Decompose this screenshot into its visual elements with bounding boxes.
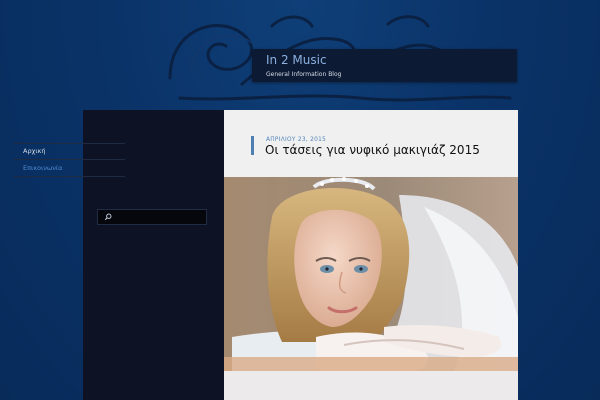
- site-header-box: In 2 Music General Information Blog: [252, 49, 517, 82]
- date-accent-bar: [251, 136, 254, 155]
- site-description: General Information Blog: [266, 71, 342, 78]
- search-icon: [104, 213, 112, 221]
- post-title[interactable]: Οι τάσεις για νυφικό μακιγιάζ 2015: [265, 143, 480, 157]
- bride-photo: [224, 177, 518, 371]
- post-featured-image[interactable]: [224, 177, 518, 371]
- nav-divider: [14, 159, 125, 160]
- sidebar: [83, 110, 224, 400]
- search-input[interactable]: [97, 209, 207, 225]
- nav-item-home[interactable]: Αρχική: [23, 147, 45, 155]
- site-title[interactable]: In 2 Music: [266, 53, 327, 67]
- nav-item-contact[interactable]: Επικοινωνία: [23, 164, 62, 172]
- nav-divider: [14, 143, 125, 144]
- post-body-strip: [224, 371, 518, 400]
- nav-divider: [14, 176, 125, 177]
